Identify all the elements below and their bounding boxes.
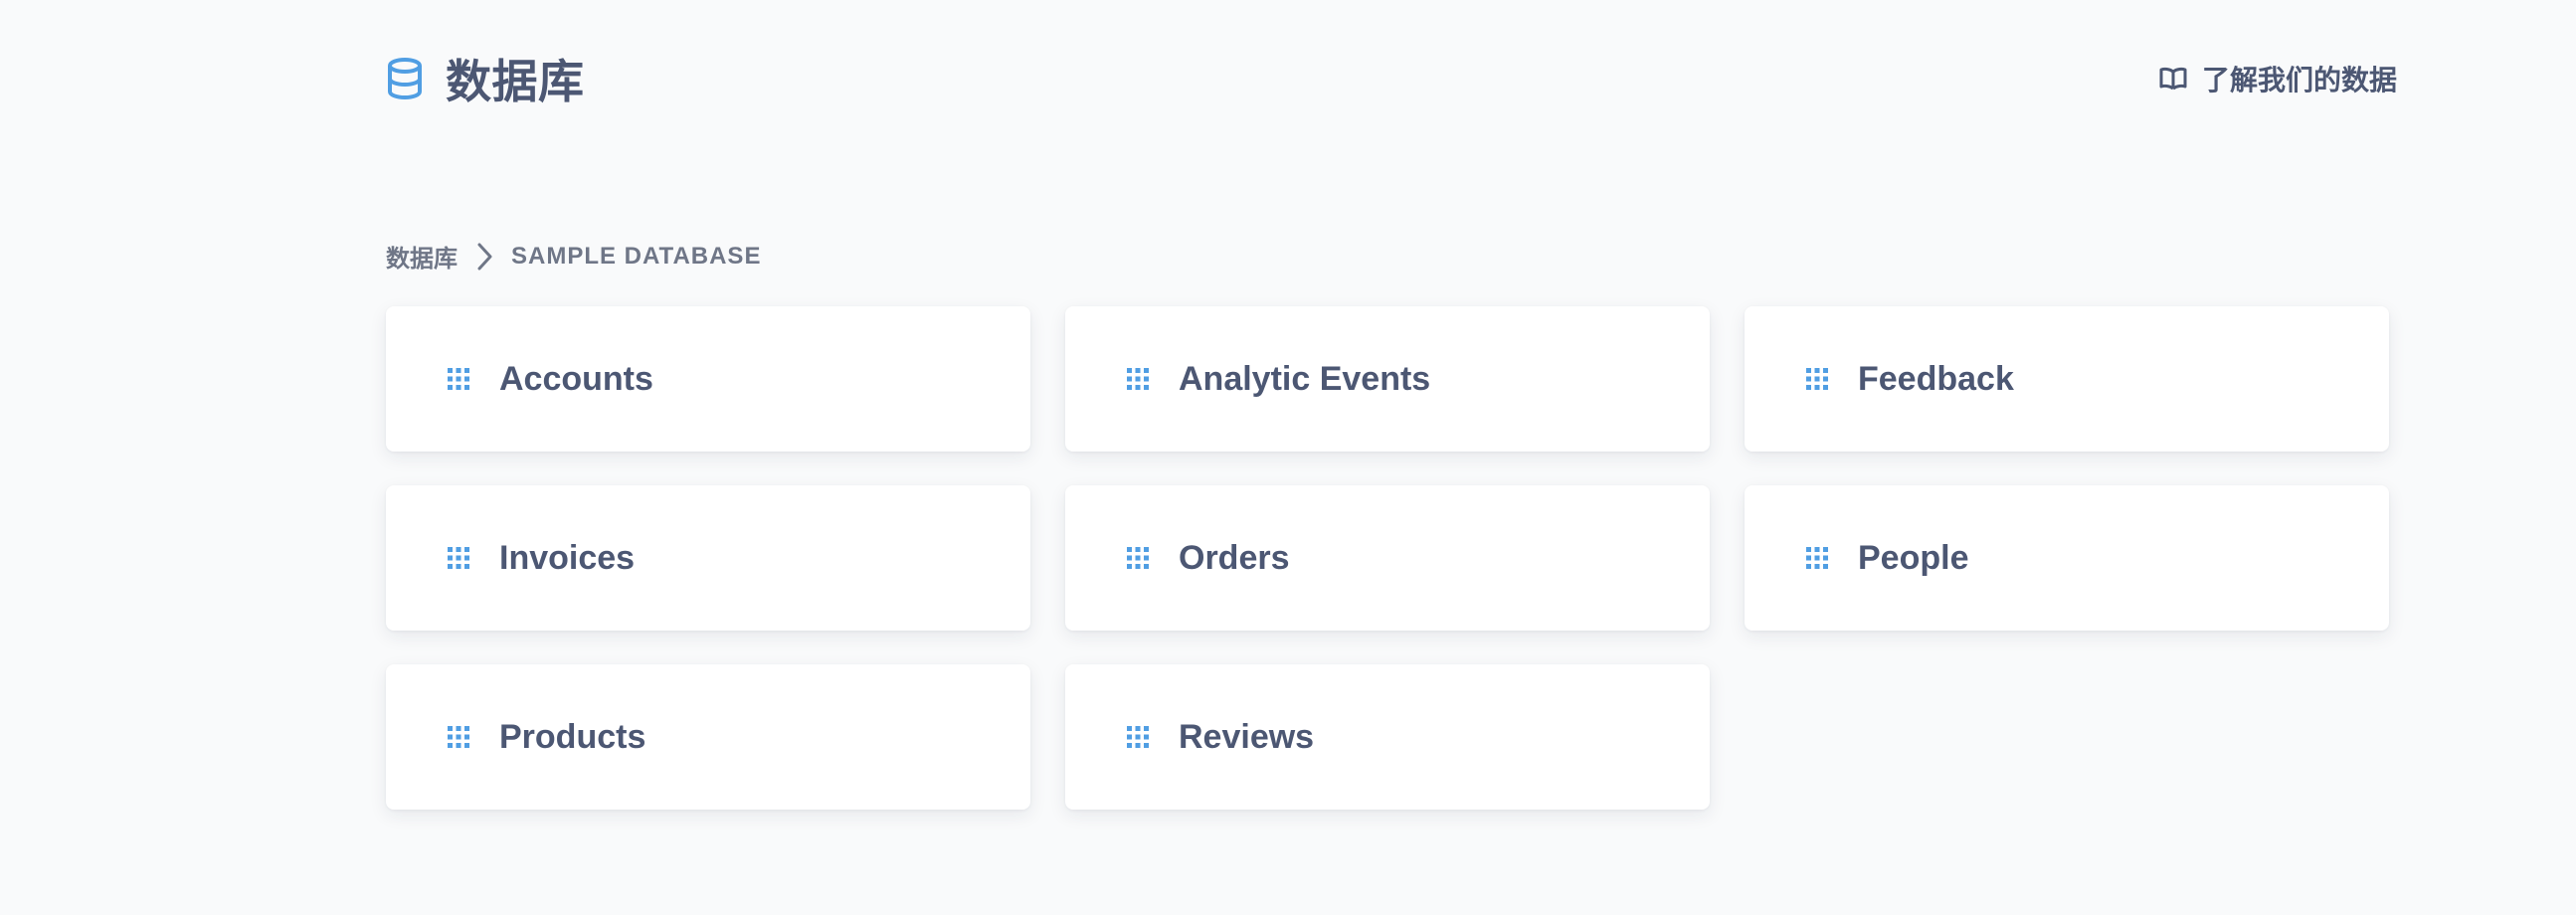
page-header: 数据库 了解我们的数据 xyxy=(386,48,2399,109)
table-card-label: Reviews xyxy=(1179,717,1315,756)
table-card-label: Orders xyxy=(1179,538,1290,577)
table-grid-icon xyxy=(1127,547,1149,569)
table-card-label: Feedback xyxy=(1858,359,2014,398)
breadcrumb-current: Sample Database xyxy=(511,242,762,270)
table-card-orders[interactable]: Orders xyxy=(1065,485,1710,631)
table-grid-icon xyxy=(448,726,469,748)
breadcrumb-databases-link[interactable]: 数据库 xyxy=(386,239,458,274)
book-icon xyxy=(2158,67,2188,91)
table-grid-icon xyxy=(448,368,469,390)
chevron-right-icon xyxy=(473,241,495,273)
table-grid: Accounts Analytic Events Feedback Invoic… xyxy=(386,306,2389,810)
table-card-label: Invoices xyxy=(499,538,636,577)
table-grid-icon xyxy=(1127,726,1149,748)
table-card-reviews[interactable]: Reviews xyxy=(1065,664,1710,810)
breadcrumb: 数据库 Sample Database xyxy=(386,239,761,274)
table-card-label: Products xyxy=(499,717,646,756)
database-icon xyxy=(386,57,424,100)
table-grid-icon xyxy=(1127,368,1149,390)
table-card-accounts[interactable]: Accounts xyxy=(386,306,1030,452)
table-card-products[interactable]: Products xyxy=(386,664,1030,810)
table-card-analytic-events[interactable]: Analytic Events xyxy=(1065,306,1710,452)
title-group: 数据库 xyxy=(386,15,585,142)
table-card-feedback[interactable]: Feedback xyxy=(1745,306,2389,452)
table-grid-icon xyxy=(448,547,469,569)
table-grid-icon xyxy=(1806,547,1828,569)
table-card-label: Analytic Events xyxy=(1179,359,1431,398)
table-card-people[interactable]: People xyxy=(1745,485,2389,631)
page-title: 数据库 xyxy=(446,56,585,107)
table-card-label: People xyxy=(1858,538,1969,577)
learn-our-data-link[interactable]: 了解我们的数据 xyxy=(2158,59,2397,98)
table-card-invoices[interactable]: Invoices xyxy=(386,485,1030,631)
table-grid-icon xyxy=(1806,368,1828,390)
learn-our-data-label: 了解我们的数据 xyxy=(2201,65,2397,95)
table-card-label: Accounts xyxy=(499,359,653,398)
